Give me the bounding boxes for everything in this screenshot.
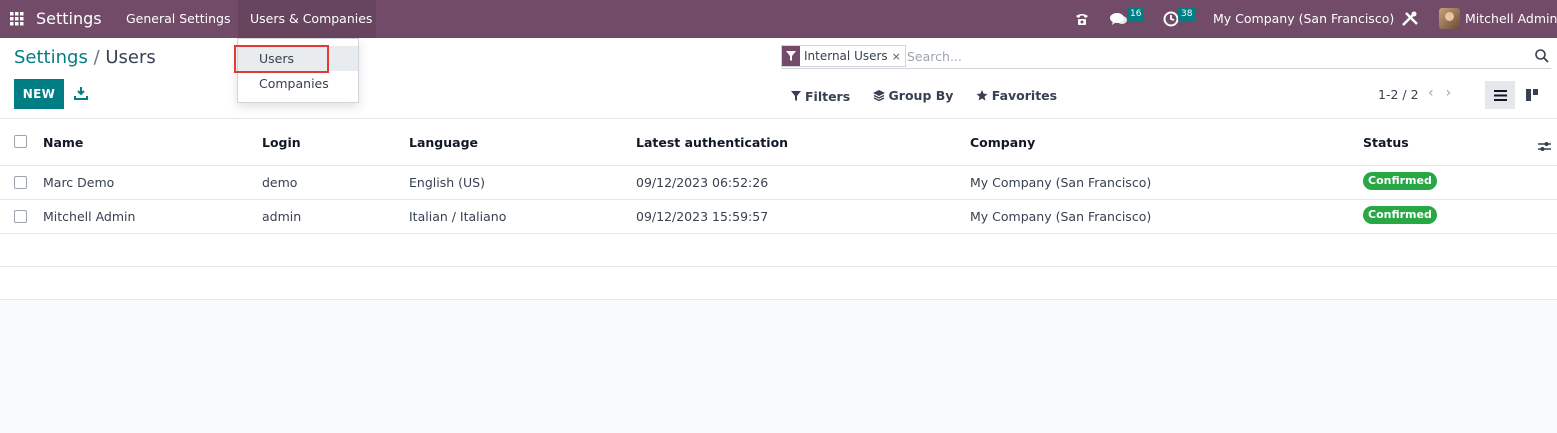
filters-toggle[interactable]: Filters [791,89,850,104]
column-header-name[interactable]: Name [43,135,83,150]
column-header-company[interactable]: Company [970,135,1035,150]
breadcrumb-settings-link[interactable]: Settings [14,47,88,68]
column-header-login[interactable]: Login [262,135,301,150]
company-switcher[interactable]: My Company (San Francisco) [1213,0,1394,38]
table-header-row: Name Login Language Latest authenticatio… [0,119,1557,166]
facet-label: Internal Users [804,49,888,63]
page-title: Users [105,47,156,68]
favorites-label: Favorites [991,88,1058,103]
pager-previous-icon[interactable]: ‹ [1428,85,1446,101]
row-checkbox[interactable] [14,210,27,223]
cell-company: My Company (San Francisco) [970,209,1152,224]
cell-login: admin [262,209,302,224]
avatar[interactable] [1439,8,1460,29]
row-checkbox[interactable] [14,176,27,189]
download-icon[interactable] [74,85,88,100]
search-options: Filters Group By Favorites [791,88,1075,104]
pager-value[interactable]: 1-2 / 2 [1378,87,1419,102]
favorites-toggle[interactable]: Favorites [976,88,1057,103]
phone-icon[interactable] [1074,11,1090,27]
menu-users-companies[interactable]: Users & Companies [238,0,376,38]
kanban-view-icon[interactable] [1520,81,1544,109]
top-navbar: Settings General Settings Users & Compan… [0,0,1557,38]
cell-company: My Company (San Francisco) [970,175,1152,190]
empty-row [0,267,1557,300]
search-icon[interactable] [1535,48,1549,67]
column-header-language[interactable]: Language [409,135,478,150]
chat-icon[interactable] [1110,11,1128,27]
cell-login: demo [262,175,298,190]
app-brand[interactable]: Settings [36,0,102,38]
cell-latest-authentication: 09/12/2023 15:59:57 [636,209,769,224]
filter-icon [782,46,800,66]
highlight-box [234,45,329,73]
users-list: Name Login Language Latest authenticatio… [0,118,1557,300]
cell-language: English (US) [409,175,485,190]
column-header-latest-authentication[interactable]: Latest authentication [636,135,788,150]
apps-grid-icon[interactable] [10,0,26,38]
filter-icon [791,91,801,101]
cell-name: Mitchell Admin [43,209,136,224]
user-menu[interactable]: Mitchell Admin [1465,0,1557,38]
chat-count-badge: 16 [1127,7,1145,21]
cell-latest-authentication: 09/12/2023 06:52:26 [636,175,769,190]
clock-icon[interactable] [1163,11,1179,27]
new-button[interactable]: NEW [14,79,64,109]
dropdown-item-companies[interactable]: Companies [238,71,358,96]
star-icon [976,90,988,101]
menu-general-settings[interactable]: General Settings [126,0,231,38]
search-facet[interactable]: Internal Users × [781,45,906,67]
breadcrumb: Settings / Users [14,47,156,68]
column-settings-icon[interactable] [1538,137,1551,156]
pager-next-icon[interactable]: › [1446,85,1464,101]
status-badge: Confirmed [1363,172,1437,190]
select-all-checkbox[interactable] [14,135,27,148]
status-badge: Confirmed [1363,206,1437,224]
empty-row [0,234,1557,267]
group-by-toggle[interactable]: Group By [872,88,954,103]
pager-arrows: ‹› [1428,85,1463,101]
table-row[interactable]: Mitchell Admin admin Italian / Italiano … [0,200,1557,234]
tools-icon[interactable] [1401,11,1419,27]
facet-remove-icon[interactable]: × [892,50,905,63]
layers-icon [872,90,885,101]
column-header-status[interactable]: Status [1363,135,1409,150]
search-input[interactable] [907,47,1507,65]
activity-count-badge: 38 [1178,7,1196,21]
filters-label: Filters [805,88,851,104]
group-by-label: Group By [888,88,954,103]
cell-language: Italian / Italiano [409,209,507,224]
cell-name: Marc Demo [43,175,115,190]
table-row[interactable]: Marc Demo demo English (US) 09/12/2023 0… [0,166,1557,200]
list-view-icon[interactable] [1485,81,1515,109]
search-bar: Internal Users × [781,45,1551,69]
breadcrumb-separator: / [93,47,100,68]
